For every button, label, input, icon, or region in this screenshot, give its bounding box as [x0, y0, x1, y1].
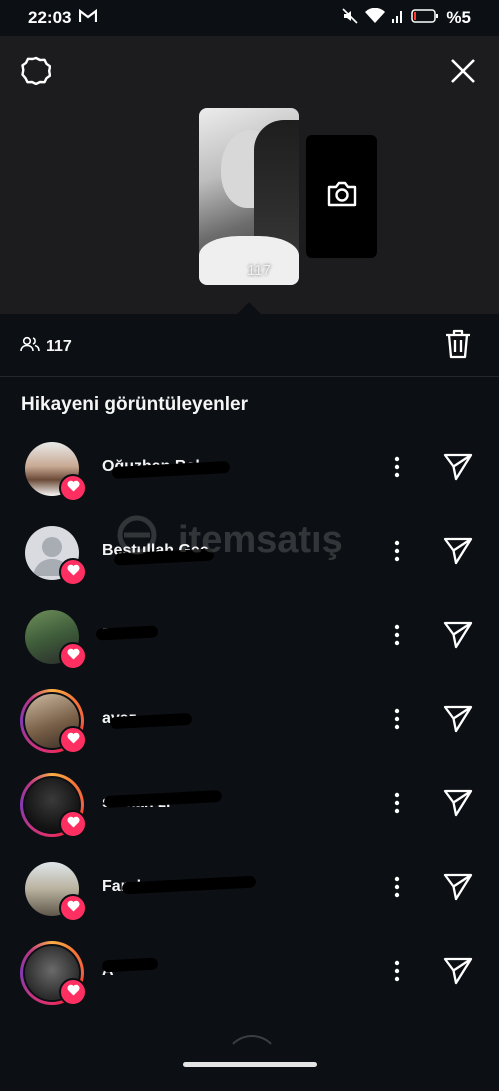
send-icon	[443, 957, 473, 990]
add-story-button[interactable]	[306, 135, 377, 258]
camera-icon	[326, 180, 358, 213]
viewer-row[interactable]: A	[0, 941, 499, 1025]
viewers-bar: 117	[0, 314, 499, 377]
redaction-scribble	[101, 957, 159, 973]
more-vertical-icon	[394, 708, 400, 735]
viewer-row[interactable]: ayaz	[0, 689, 499, 773]
heart-icon	[66, 815, 80, 833]
thumbnail-view-count-label: 117	[247, 262, 271, 279]
more-vertical-icon	[394, 624, 400, 651]
viewer-count-label: 117	[46, 337, 72, 355]
status-bar: 22:03 %5	[0, 0, 499, 36]
heart-badge	[59, 978, 87, 1006]
clock: 22:03	[28, 8, 72, 27]
more-options-button[interactable]	[386, 537, 408, 569]
send-icon	[443, 705, 473, 738]
settings-button[interactable]	[18, 54, 54, 90]
more-vertical-icon	[394, 792, 400, 819]
viewer-row[interactable]: Faruk	[0, 857, 499, 941]
home-indicator[interactable]	[183, 1062, 317, 1067]
people-icon	[20, 336, 40, 357]
viewer-row[interactable]: Oğuzhan Balcı	[0, 437, 499, 521]
more-options-button[interactable]	[386, 789, 408, 821]
avatar[interactable]	[20, 773, 87, 838]
avatar[interactable]	[20, 941, 87, 1006]
avatar[interactable]	[20, 857, 87, 922]
avatar[interactable]	[20, 605, 87, 670]
more-vertical-icon	[394, 540, 400, 567]
heart-badge	[59, 726, 87, 754]
heart-icon	[66, 563, 80, 581]
send-icon	[443, 873, 473, 906]
send-message-button[interactable]	[440, 703, 476, 739]
thumbnail-view-count: 117	[232, 262, 271, 279]
send-icon	[443, 789, 473, 822]
send-icon	[443, 453, 473, 486]
avatar[interactable]	[20, 521, 87, 586]
viewer-count[interactable]: 117	[20, 336, 72, 357]
heart-badge	[59, 642, 87, 670]
close-icon	[450, 58, 476, 89]
viewer-row[interactable]: B G	[0, 605, 499, 689]
mute-icon	[342, 7, 358, 29]
viewer-row[interactable]: serkan zi	[0, 773, 499, 857]
avatar[interactable]	[20, 437, 87, 502]
redaction-scribble	[95, 625, 159, 641]
battery-icon	[411, 8, 439, 28]
heart-badge	[59, 474, 87, 502]
heart-badge	[59, 558, 87, 586]
signal-icon	[392, 8, 404, 28]
more-options-button[interactable]	[386, 957, 408, 989]
send-message-button[interactable]	[440, 451, 476, 487]
gmail-icon	[79, 8, 98, 28]
battery-percent: %5	[446, 8, 471, 27]
heart-icon	[66, 731, 80, 749]
more-options-button[interactable]	[386, 873, 408, 905]
more-vertical-icon	[394, 960, 400, 987]
heart-icon	[66, 479, 80, 497]
eye-icon	[232, 262, 244, 279]
more-options-button[interactable]	[386, 705, 408, 737]
send-message-button[interactable]	[440, 955, 476, 991]
more-vertical-icon	[394, 456, 400, 483]
more-vertical-icon	[394, 876, 400, 903]
heart-icon	[66, 983, 80, 1001]
close-button[interactable]	[444, 54, 482, 92]
more-options-button[interactable]	[386, 453, 408, 485]
story-header: 117	[0, 36, 499, 315]
heart-badge	[59, 894, 87, 922]
send-icon	[443, 621, 473, 654]
send-icon	[443, 537, 473, 570]
delete-story-button[interactable]	[442, 328, 474, 364]
heart-icon	[66, 899, 80, 917]
more-options-button[interactable]	[386, 621, 408, 653]
avatar[interactable]	[20, 689, 87, 754]
send-message-button[interactable]	[440, 619, 476, 655]
story-thumbnail[interactable]	[199, 108, 299, 285]
viewer-row[interactable]: Bestullah Geç	[0, 521, 499, 605]
settings-icon	[21, 55, 52, 90]
send-message-button[interactable]	[440, 787, 476, 823]
heart-icon	[66, 647, 80, 665]
trash-icon	[445, 329, 471, 364]
heart-badge	[59, 810, 87, 838]
send-message-button[interactable]	[440, 535, 476, 571]
section-title: Hikayeni görüntüleyenler	[21, 394, 249, 415]
send-message-button[interactable]	[440, 871, 476, 907]
wifi-icon	[365, 7, 386, 29]
